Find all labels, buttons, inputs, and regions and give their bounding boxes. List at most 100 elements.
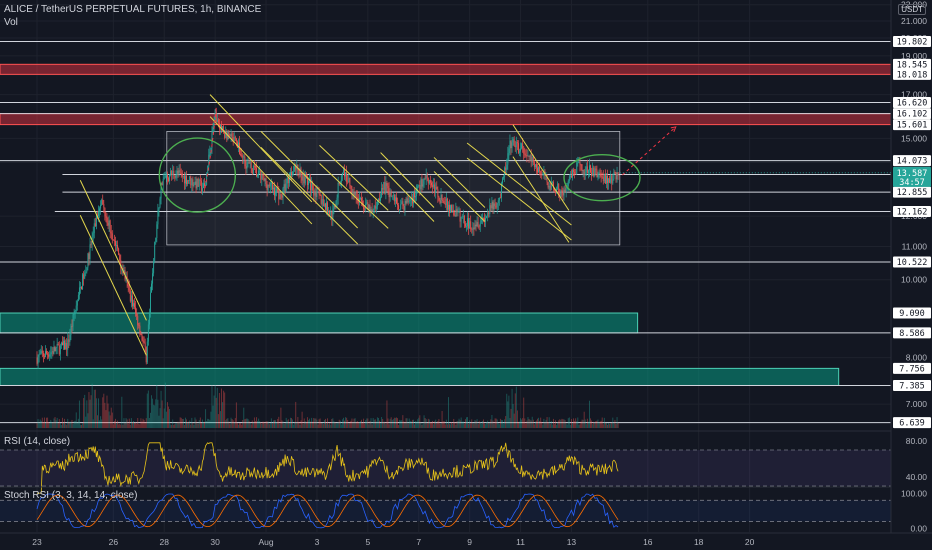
candle <box>344 169 345 177</box>
volume-bar <box>411 419 413 428</box>
candle <box>482 217 484 219</box>
candle <box>581 164 583 171</box>
candle <box>541 174 543 176</box>
volume-bar <box>180 417 182 428</box>
rsi-pane[interactable] <box>0 442 891 494</box>
volume-bar <box>441 411 443 428</box>
candle <box>179 170 181 173</box>
volume-bar <box>126 419 128 428</box>
candle <box>605 176 607 184</box>
volume-bar <box>582 419 584 428</box>
volume-bar <box>563 419 565 428</box>
volume-bar <box>277 418 279 428</box>
time-tick-label: 23 <box>32 537 42 547</box>
candle <box>444 203 446 205</box>
volume-bar <box>390 417 392 428</box>
candle <box>549 185 551 190</box>
time-axis[interactable]: 23 26 28 30 Aug 3 5 7 9 11 13 16 18 20 <box>0 532 932 550</box>
candle <box>148 312 150 325</box>
volume-bar <box>425 419 427 428</box>
chart-canvas[interactable]: 22.00021.00020.00019.00018.00017.00015.0… <box>0 0 932 550</box>
candle <box>82 274 84 290</box>
volume-bar <box>289 417 291 428</box>
volume-bar <box>515 386 517 428</box>
volume-bar <box>557 422 559 428</box>
candle <box>261 174 263 180</box>
volume-bar <box>558 420 560 428</box>
volume-bar <box>214 385 216 428</box>
volume-bar <box>396 417 397 428</box>
candle <box>353 191 355 196</box>
volume-bar <box>261 423 263 428</box>
volume-bar <box>208 419 210 428</box>
candle <box>188 180 190 182</box>
candle <box>460 216 462 222</box>
candle <box>477 222 479 227</box>
volume-bar <box>371 424 373 428</box>
candle <box>94 223 96 227</box>
candle <box>524 153 526 156</box>
candle <box>470 221 472 230</box>
range-box <box>166 131 621 246</box>
volume-bar <box>559 419 561 428</box>
candle <box>400 204 402 210</box>
volume-bar <box>549 423 551 428</box>
volume-bar <box>488 422 490 428</box>
candle <box>113 240 115 242</box>
volume-bar <box>87 413 89 428</box>
volume-bar <box>183 424 185 428</box>
candle <box>231 133 233 137</box>
volume-bar <box>551 424 553 428</box>
candle <box>286 177 288 184</box>
volume-bar <box>496 419 498 428</box>
candle <box>388 188 390 198</box>
candle <box>140 334 142 336</box>
candle <box>421 179 423 187</box>
support-zone <box>0 312 639 334</box>
candle <box>394 197 396 202</box>
candle <box>536 164 537 168</box>
currency-badge[interactable]: USDT <box>898 4 926 15</box>
volume-bar <box>541 421 543 428</box>
candle <box>510 140 512 149</box>
volume-bar <box>229 424 231 428</box>
volume-bar <box>223 390 225 428</box>
candle <box>537 167 538 173</box>
volume-bar <box>185 417 186 428</box>
candle <box>45 351 46 357</box>
candle <box>276 188 278 193</box>
volume-bar <box>410 421 412 428</box>
candle <box>151 283 152 293</box>
candle <box>169 174 171 181</box>
candle <box>351 188 353 194</box>
volume-bar <box>456 421 458 428</box>
candle <box>265 178 267 185</box>
volume-bar <box>373 419 375 428</box>
volume-bar <box>249 422 251 428</box>
candle <box>136 312 138 317</box>
volume-bar <box>172 419 174 428</box>
volume-bar <box>608 423 610 428</box>
candle <box>420 179 422 190</box>
volume-bar <box>209 420 211 428</box>
candle <box>608 178 610 183</box>
volume-bar <box>224 392 226 428</box>
candle <box>193 184 195 187</box>
candle <box>490 205 492 209</box>
volume-bar <box>415 421 417 428</box>
volume-bar <box>527 417 529 428</box>
candle <box>432 185 433 187</box>
candle <box>311 183 313 191</box>
candle <box>529 155 531 157</box>
candle <box>100 205 102 209</box>
volume-bar <box>542 424 544 428</box>
volume-bar <box>510 408 512 428</box>
volume-bar <box>45 422 46 428</box>
candle <box>262 174 264 176</box>
candle <box>523 148 525 154</box>
volume-bar <box>391 419 393 428</box>
candle <box>385 183 387 194</box>
candle <box>131 295 133 307</box>
volume-bar <box>52 422 54 428</box>
volume-bar <box>297 417 299 428</box>
